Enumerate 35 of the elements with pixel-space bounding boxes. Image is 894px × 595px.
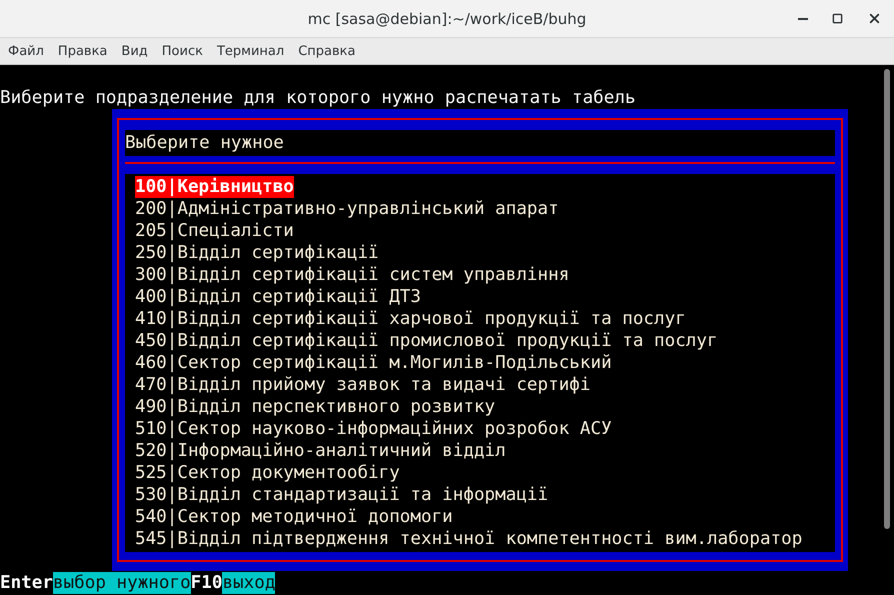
hotkey: F10 [190,572,222,594]
close-icon [867,11,882,26]
menu-item[interactable]: Правка [50,44,114,58]
dialog-title: Выберите нужное [125,132,284,154]
menu-item[interactable]: Справка [291,44,362,58]
list-item[interactable]: 530|Відділ стандартизації та інформації [135,484,548,506]
hotkey-label: выбор нужного [52,572,191,594]
hotkey: Enter [0,572,53,594]
scrollbar[interactable] [884,69,890,529]
minimize-icon [798,18,808,20]
maximize-button[interactable] [830,11,845,26]
list-item[interactable]: 470|Відділ прийому заявок та видачі сертифі [135,374,590,396]
list-item[interactable]: 545|Відділ підтвердження технічної компетентності вим.лаборатор [135,528,802,550]
hotkey-label: выход [222,572,276,594]
menu-item[interactable]: Файл [1,44,51,58]
menu-item[interactable]: Поиск [154,44,210,58]
list-item[interactable]: 250|Відділ сертифікації [135,242,379,264]
list-item[interactable]: 460|Сектор сертифікації м.Могилів-Подільський [135,352,612,374]
list-item[interactable]: 525|Сектор документообігу [135,462,400,484]
maximize-icon [832,13,843,24]
list-item[interactable]: 510|Сектор науково-інформаційних розробок АСУ [135,418,612,440]
list-item[interactable]: 205|Спеціалісти [135,220,294,242]
prompt-text: Виберите подразделение для которого нужно распечатать табель [0,87,636,109]
list-item[interactable]: 450|Відділ сертифікації промислової продукції та послуг [135,330,718,352]
list-item[interactable]: 200|Адміністративно-управлінський апарат [135,198,559,220]
list-item[interactable]: 520|Інформаційно-аналітичний відділ [135,440,506,462]
list-item[interactable]: 410|Відділ сертифікації харчової продукції та послуг [135,308,686,330]
window-title: mc [sasa@debian]:~/work/iceB/buhg [308,10,586,28]
menu-item[interactable]: Терминал [210,44,292,58]
list-item[interactable]: 100|Керівництво [135,176,294,198]
list-item[interactable]: 400|Відділ сертифікації ДТЗ [135,286,421,308]
list-item[interactable]: 540|Сектор методичної допомоги [135,506,453,528]
menu-item[interactable]: Вид [114,44,155,58]
list-item[interactable]: 490|Відділ перспективного розвитку [135,396,496,418]
list-item[interactable]: 300|Відділ сертифікації систем управління [135,264,570,286]
